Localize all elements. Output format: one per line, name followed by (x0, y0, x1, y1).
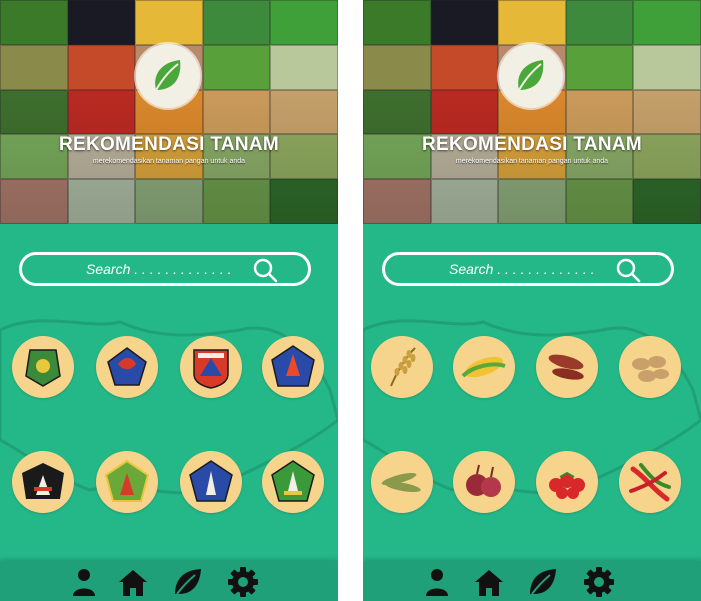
search-bar[interactable]: Search . . . . . . . . . . . . . (19, 252, 311, 286)
search-icon[interactable] (615, 257, 641, 283)
karangasem-emblem[interactable] (180, 336, 242, 398)
bottom-nav (363, 561, 701, 601)
header-banner: REKOMENDASI TANAM merekomendasikan tanam… (0, 0, 338, 224)
app-subtitle: merekomendasikan tanaman pangan untuk an… (455, 158, 609, 165)
settings-icon[interactable] (227, 566, 259, 598)
home-icon[interactable] (117, 566, 149, 598)
app-subtitle: merekomendasikan tanaman pangan untuk an… (92, 158, 246, 165)
soybean-icon[interactable] (371, 451, 433, 513)
rice-icon[interactable] (371, 336, 433, 398)
regency-screen: REKOMENDASI TANAM merekomendasikan tanam… (0, 0, 338, 601)
chili-icon[interactable] (619, 451, 681, 513)
corn-icon[interactable] (453, 336, 515, 398)
regency-emblem-6[interactable] (96, 451, 158, 513)
app-title: REKOMENDASI TANAM (58, 134, 280, 155)
search-input[interactable]: Search . . . . . . . . . . . . . (449, 261, 595, 277)
crop-screen: REKOMENDASI TANAM merekomendasikan tanam… (363, 0, 701, 601)
search-icon[interactable] (252, 257, 278, 283)
settings-icon[interactable] (583, 566, 615, 598)
regency-emblem-4[interactable] (262, 336, 324, 398)
regency-emblem-7[interactable] (180, 451, 242, 513)
app-title: REKOMENDASI TANAM (421, 134, 643, 155)
home-icon[interactable] (473, 566, 505, 598)
profile-icon[interactable] (68, 566, 100, 598)
regency-emblem-2[interactable] (96, 336, 158, 398)
peanut-icon[interactable] (619, 336, 681, 398)
profile-icon[interactable] (421, 566, 453, 598)
tomato-icon[interactable] (536, 451, 598, 513)
app-logo (499, 44, 563, 108)
leaf-icon[interactable] (171, 566, 203, 598)
header-banner: REKOMENDASI TANAM merekomendasikan tanam… (363, 0, 701, 224)
regency-emblem-5[interactable] (12, 451, 74, 513)
search-input[interactable]: Search . . . . . . . . . . . . . (86, 261, 232, 277)
regency-emblem-1[interactable] (12, 336, 74, 398)
shallot-icon[interactable] (453, 451, 515, 513)
search-bar[interactable]: Search . . . . . . . . . . . . . (382, 252, 674, 286)
regency-emblem-8[interactable] (262, 451, 324, 513)
bottom-nav (0, 561, 338, 601)
sweet-potato-icon[interactable] (536, 336, 598, 398)
app-logo (136, 44, 200, 108)
leaf-icon[interactable] (526, 566, 558, 598)
